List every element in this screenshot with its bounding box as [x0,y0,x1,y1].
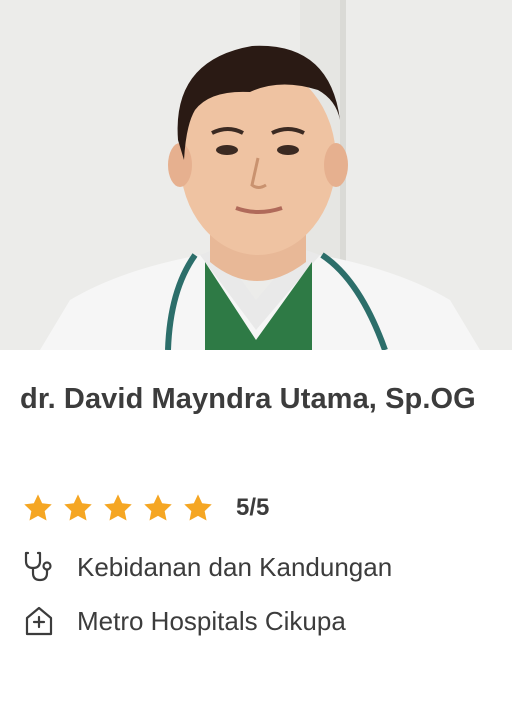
doctor-name[interactable]: dr. David Mayndra Utama, Sp.OG [20,376,490,423]
doctor-card[interactable]: dr. David Mayndra Utama, Sp.OG 5/5 Kebid… [0,0,512,710]
hospital-icon [22,604,56,638]
rating: 5/5 [22,488,269,528]
doctor-photo [0,0,512,350]
specialty-row: Kebidanan dan Kandungan [22,550,392,584]
star-icon [64,494,92,521]
star-icon [184,494,212,521]
star-icon [104,494,132,521]
stethoscope-icon [22,550,56,584]
hospital-label: Metro Hospitals Cikupa [77,605,346,636]
rating-score: 5/5 [236,494,270,521]
hospital-row: Metro Hospitals Cikupa [22,604,346,638]
specialty-label: Kebidanan dan Kandungan [77,551,393,582]
star-rating [22,492,214,524]
star-icon [144,494,172,521]
star-icon [24,494,52,521]
